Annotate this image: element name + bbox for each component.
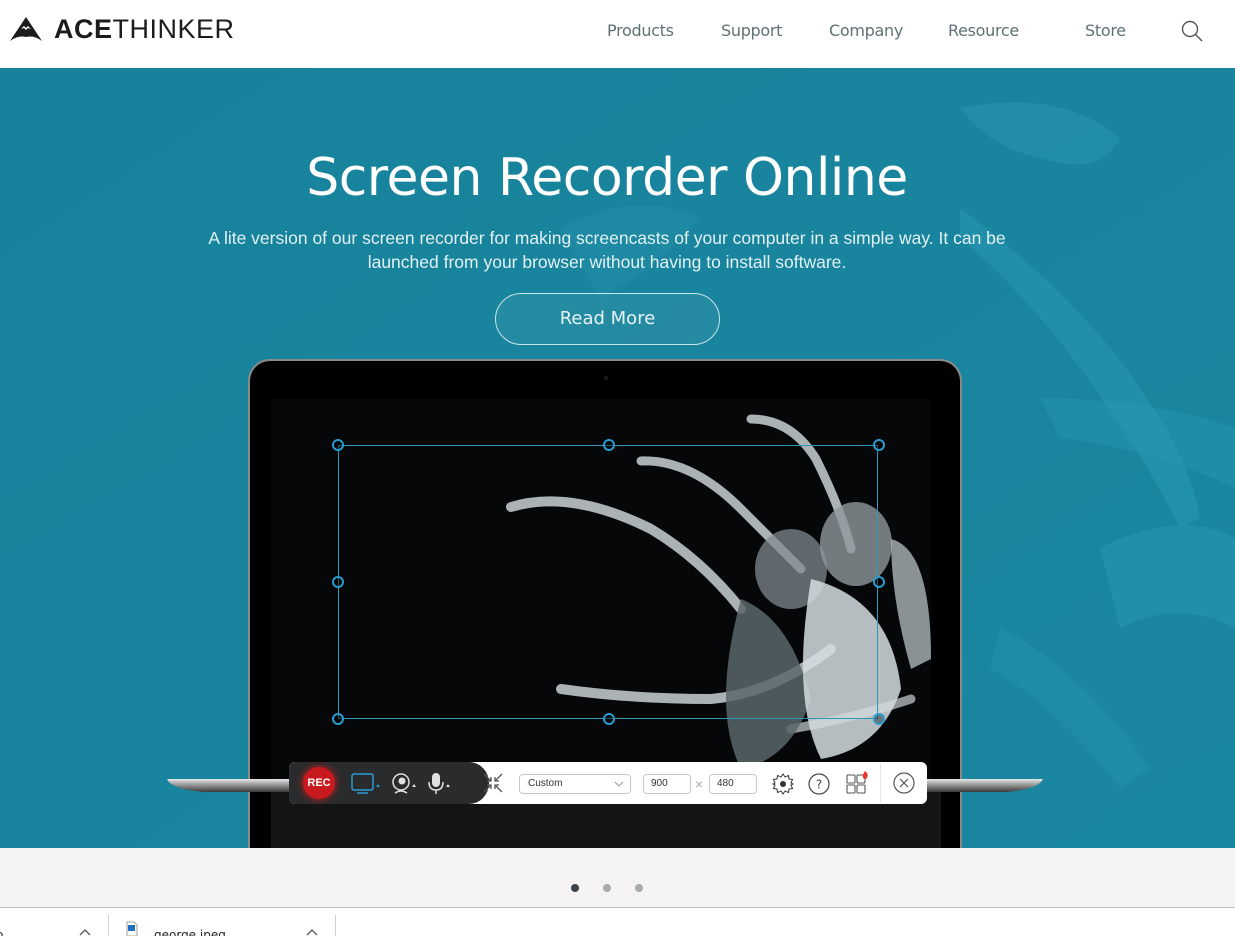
nav-products[interactable]: Products	[607, 20, 674, 42]
height-input[interactable]: 480	[709, 774, 757, 794]
download-item[interactable]: george.jpeg	[109, 909, 335, 936]
nav-store[interactable]: Store	[1085, 20, 1126, 42]
screen-icon[interactable]	[351, 773, 381, 795]
microphone-icon[interactable]	[427, 772, 453, 796]
chevron-up-icon[interactable]	[78, 927, 92, 936]
region-mode-select[interactable]: Custom	[519, 774, 631, 794]
download-separator	[335, 915, 336, 936]
laptop-camera	[604, 376, 608, 380]
settings-icon[interactable]	[772, 773, 794, 795]
read-more-button[interactable]: Read More	[495, 293, 720, 345]
chevron-down-icon	[614, 781, 624, 787]
help-icon[interactable]: ?	[808, 773, 830, 795]
site-header: ACETHINKER Products Support Company Reso…	[0, 0, 1235, 68]
apps-icon[interactable]	[845, 770, 871, 796]
width-input[interactable]: 900	[643, 774, 691, 794]
region-mode-value: Custom	[528, 778, 563, 789]
resize-handle-top[interactable]	[603, 439, 615, 451]
search-icon[interactable]	[1180, 19, 1204, 43]
hot-badge-icon	[862, 771, 868, 779]
carousel-dot-3[interactable]	[635, 884, 643, 892]
laptop-screen	[271, 399, 931, 791]
download-filename: george.jpeg	[154, 928, 226, 936]
resize-handle-bottom[interactable]	[603, 713, 615, 725]
svg-text:?: ?	[816, 778, 822, 792]
hero-title: Screen Recorder Online	[306, 148, 908, 208]
recorder-toolbar: REC Custom 900 × 480 ?	[289, 762, 927, 804]
main-nav: Products Support Company Resource Store	[0, 20, 1235, 44]
hero-subtitle: A lite version of our screen recorder fo…	[208, 228, 1006, 272]
toolbar-divider	[880, 764, 881, 802]
download-item[interactable]: o	[0, 909, 108, 936]
resize-handle-top-right[interactable]	[873, 439, 885, 451]
carousel-dot-1-active[interactable]	[571, 884, 579, 892]
download-filename: o	[0, 928, 3, 936]
image-file-icon	[126, 921, 138, 936]
nav-resource[interactable]: Resource	[948, 20, 1019, 42]
fullscreen-shrink-icon[interactable]	[483, 773, 503, 793]
browser-download-bar: o george.jpeg	[0, 909, 1235, 936]
resize-handle-bottom-left[interactable]	[332, 713, 344, 725]
nav-support[interactable]: Support	[721, 20, 782, 42]
close-icon[interactable]	[893, 772, 915, 794]
carousel-pagination	[0, 848, 1235, 908]
rec-button[interactable]: REC	[303, 767, 335, 799]
resize-handle-bottom-right[interactable]	[873, 713, 885, 725]
resize-handle-top-left[interactable]	[332, 439, 344, 451]
resize-handle-right[interactable]	[873, 576, 885, 588]
times-sign: ×	[695, 776, 704, 792]
resize-handle-left[interactable]	[332, 576, 344, 588]
recording-region-selector[interactable]	[338, 445, 878, 719]
carousel-dot-2[interactable]	[603, 884, 611, 892]
chevron-up-icon[interactable]	[305, 927, 319, 936]
hero-banner: Screen Recorder Online A lite version of…	[0, 68, 1235, 848]
nav-company[interactable]: Company	[829, 20, 903, 42]
webcam-icon[interactable]	[391, 772, 419, 796]
